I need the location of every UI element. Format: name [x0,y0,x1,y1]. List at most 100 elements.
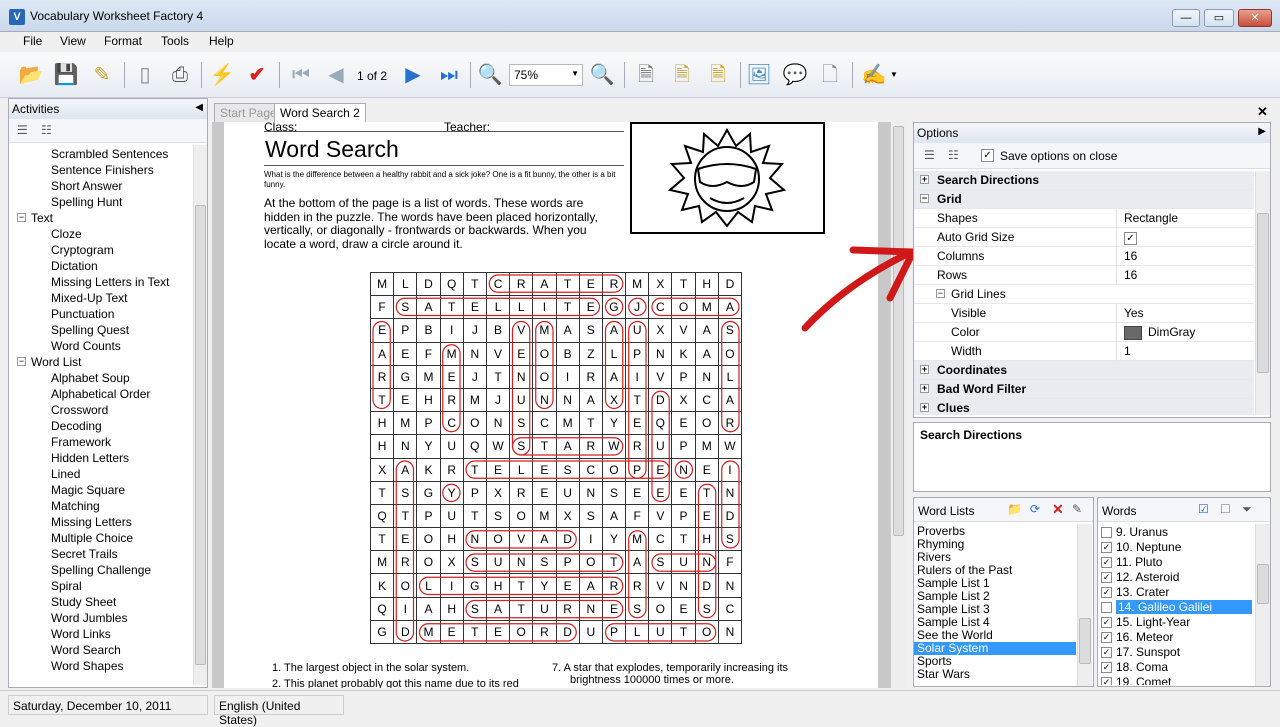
activity-item[interactable]: Short Answer [9,178,199,194]
property-row[interactable]: Color DimGray [914,323,1254,342]
zoom-in-icon[interactable]: 🔍 [588,61,616,89]
maximize-button[interactable]: ▭ [1204,9,1234,27]
magic-wand-icon[interactable]: ✎ [88,61,116,89]
activity-item[interactable]: Word Search [9,642,199,658]
alphabetical-icon[interactable]: ☷ [948,148,959,162]
last-page-icon[interactable]: ⏭ [435,61,463,89]
page-landscape-icon[interactable]: 🗎 [704,61,732,89]
word-item[interactable]: ✓ 16. Meteor [1098,630,1254,645]
activity-item[interactable]: − Word List [9,354,199,370]
activity-item[interactable]: Crossword [9,402,199,418]
filter-icon[interactable]: ⏷ [1242,502,1252,517]
activity-item[interactable]: Word Shapes [9,658,199,674]
activity-item[interactable]: Secret Trails [9,546,199,562]
activity-item[interactable]: Mixed-Up Text [9,290,199,306]
first-page-icon[interactable]: ⏮ [287,61,315,89]
activity-item[interactable]: − Text [9,210,199,226]
scroll-thumb[interactable] [195,205,206,665]
collapse-icon[interactable]: − [936,289,945,298]
expand-icon[interactable]: + [920,175,929,184]
word-item[interactable]: ✓ 13. Crater [1098,585,1254,600]
activity-item[interactable]: Missing Letters in Text [9,274,199,290]
word-item[interactable]: ✓ 18. Coma [1098,660,1254,675]
activity-item[interactable]: Dictation [9,258,199,274]
collapse-all-icon[interactable]: ☷ [41,123,52,137]
activity-item[interactable]: Hidden Letters [9,450,199,466]
tab-start-page[interactable]: Start Page [214,103,283,122]
word-checkbox[interactable] [1101,527,1112,539]
property-row[interactable]: Columns 16 [914,247,1254,266]
edit-list-icon[interactable]: ✍ [860,61,888,89]
lightning-icon[interactable]: ⚡ [208,61,236,89]
edit-icon[interactable]: ✎ [1072,502,1082,516]
word-item[interactable]: ✓ 15. Light-Year [1098,615,1254,630]
menu-tools[interactable]: Tools [161,34,189,48]
property-category[interactable]: − Grid [914,190,1254,209]
activity-item[interactable]: Spelling Challenge [9,562,199,578]
activity-item[interactable]: Punctuation [9,306,199,322]
activity-item[interactable]: Multiple Choice [9,530,199,546]
collapse-icon[interactable]: − [17,357,26,366]
property-value[interactable]: 1 [1124,344,1131,358]
word-item[interactable]: ✓ 12. Asteroid [1098,570,1254,585]
activity-item[interactable]: Word Jumbles [9,610,199,626]
document-scrollbar[interactable] [890,122,906,688]
property-value[interactable]: 16 [1124,268,1137,282]
insert-image-icon[interactable]: 🖼 [745,61,773,89]
property-row[interactable]: Width 1 [914,342,1254,361]
property-category[interactable]: + Search Directions [914,171,1254,190]
word-checkbox[interactable]: ✓ [1101,677,1112,685]
menu-view[interactable]: View [60,34,86,48]
folder-icon[interactable]: 📁 [1007,502,1022,516]
word-checkbox[interactable]: ✓ [1101,632,1112,644]
word-checkbox[interactable]: ✓ [1101,587,1112,599]
property-value[interactable]: 16 [1124,249,1137,263]
word-checkbox[interactable]: ✓ [1101,647,1112,659]
property-category[interactable]: + Bad Word Filter [914,380,1254,399]
word-item[interactable]: ✓ 11. Pluto [1098,555,1254,570]
activity-item[interactable]: Scrambled Sentences [9,146,199,162]
scroll-thumb[interactable] [1079,618,1091,664]
word-checkbox[interactable]: ✓ [1101,557,1112,569]
page-portrait-icon[interactable]: 🗎 [632,61,660,89]
property-value[interactable]: Rectangle [1124,211,1178,225]
uncheck-all-icon[interactable]: ☐ [1220,502,1231,516]
activity-item[interactable]: Spelling Hunt [9,194,199,210]
activity-item[interactable]: Cryptogram [9,242,199,258]
expand-all-icon[interactable]: ☰ [17,123,28,137]
property-value[interactable]: DimGray [1124,325,1195,340]
save-icon[interactable]: 💾 [52,61,80,89]
word-list-item[interactable]: Star Wars [914,668,1076,681]
collapse-icon[interactable]: − [920,194,929,203]
word-item[interactable]: 14. Galileo Galilei [1098,600,1254,615]
expand-icon[interactable]: + [920,384,929,393]
word-checkbox[interactable]: ✓ [1101,572,1112,584]
activity-item[interactable]: Missing Letters [9,514,199,530]
refresh-icon[interactable]: ⟳ [1030,502,1040,516]
save-options-checkbox[interactable]: ✓ [981,149,994,162]
page-icon[interactable]: 🗎 [668,61,696,89]
activity-item[interactable]: Alphabet Soup [9,370,199,386]
property-category[interactable]: + Coordinates [914,361,1254,380]
collapse-icon[interactable]: − [17,213,26,222]
word-item[interactable]: ✓ 19. Comet [1098,675,1254,685]
close-document-icon[interactable]: ✕ [1257,104,1268,120]
expand-panel-icon[interactable]: ▶ [1258,126,1266,137]
property-row[interactable]: Rows 16 [914,266,1254,285]
activity-item[interactable]: Word Counts [9,338,199,354]
close-button[interactable]: ✕ [1238,9,1272,27]
property-row[interactable]: Visible Yes [914,304,1254,323]
word-item[interactable]: 9. Uranus [1098,525,1254,540]
collapse-panel-icon[interactable]: ◀ [195,102,203,113]
word-checkbox[interactable]: ✓ [1101,662,1112,674]
speech-bubble-icon[interactable]: 💬 [781,61,809,89]
minimize-button[interactable]: — [1172,9,1200,27]
word-lists-scrollbar[interactable] [1077,524,1092,686]
delete-icon[interactable]: ✕ [1052,501,1064,518]
zoom-out-icon[interactable]: 🔍 [476,61,504,89]
activity-item[interactable]: Alphabetical Order [9,386,199,402]
zoom-select[interactable]: 75% ▼ [509,64,583,86]
activity-item[interactable]: Lined [9,466,199,482]
word-checkbox[interactable]: ✓ [1101,617,1112,629]
menu-file[interactable]: File [23,34,42,48]
